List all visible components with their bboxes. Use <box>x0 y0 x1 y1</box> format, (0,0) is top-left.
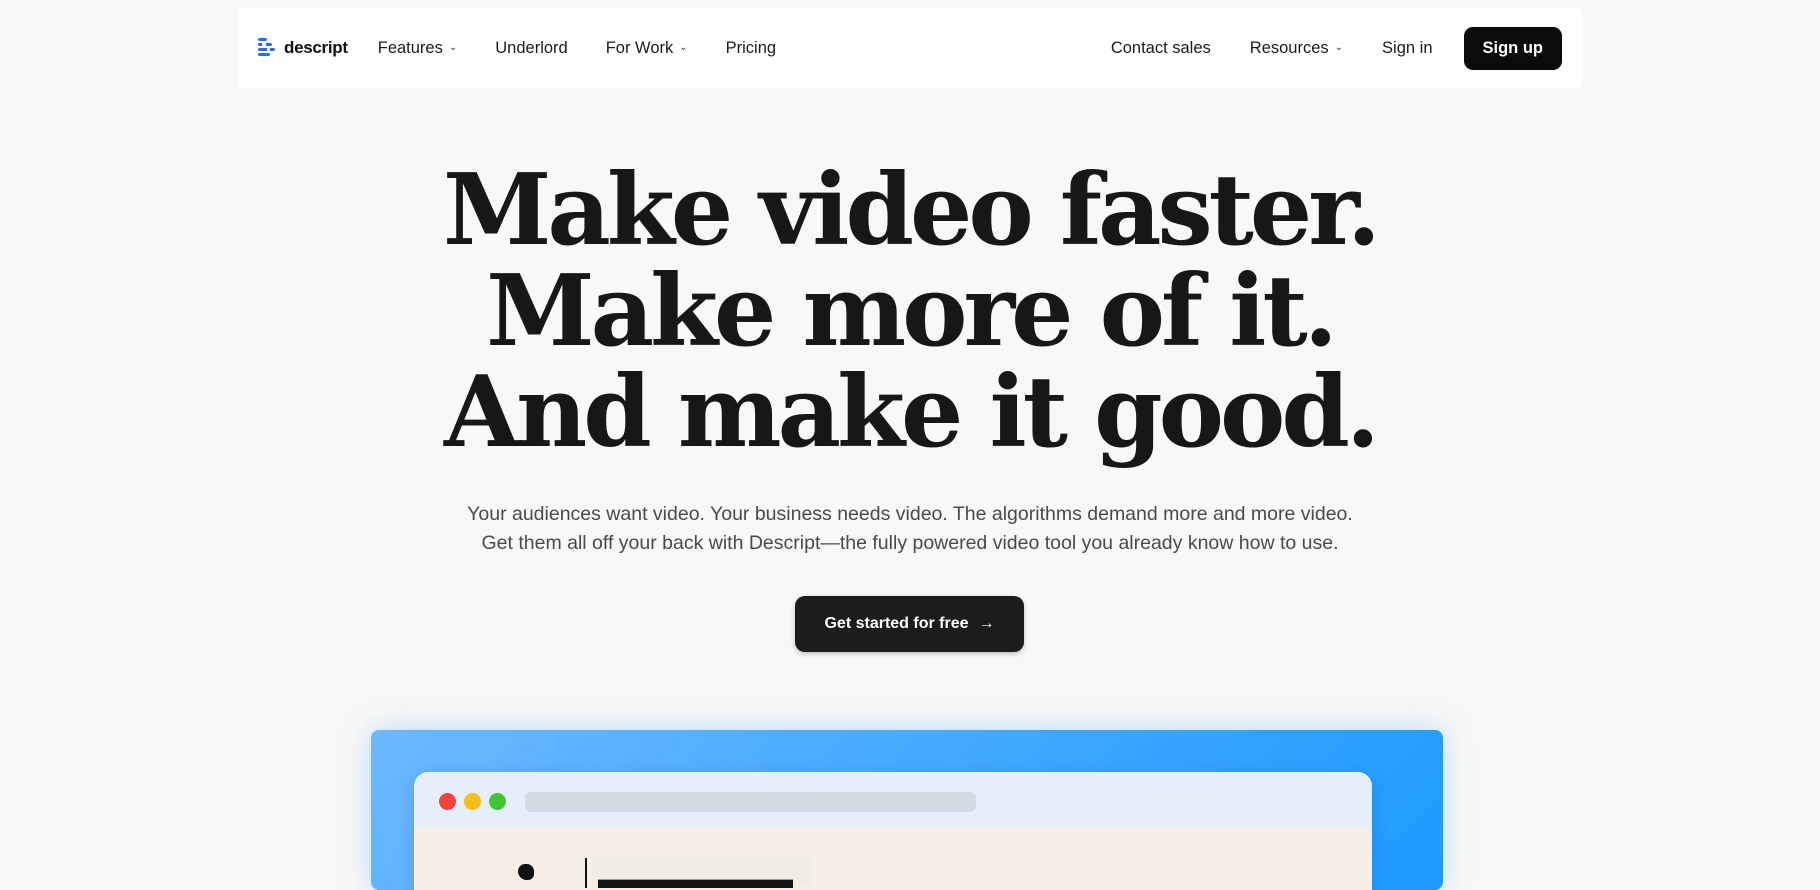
nav-item-label: Pricing <box>725 38 777 57</box>
sign-up-button[interactable]: Sign up <box>1463 26 1562 70</box>
window-minimize-icon <box>464 793 481 810</box>
chevron-down-icon: ⌄ <box>448 41 458 53</box>
document-title-fragment <box>592 856 812 886</box>
hero-subtitle: Your audiences want video. Your business… <box>0 500 1820 558</box>
window-close-icon <box>439 793 456 810</box>
nav-item-for-work[interactable]: For Work ⌄ <box>606 39 688 58</box>
app-content-area <box>414 828 1372 890</box>
hero-subtitle-line: Get them all off your back with Descript… <box>481 532 1339 554</box>
get-started-button[interactable]: Get started for free → <box>795 596 1024 652</box>
nav-secondary-links: Contact sales Resources ⌄ Sign in Sign u… <box>1111 26 1562 70</box>
chevron-down-icon: ⌄ <box>1334 41 1344 53</box>
hero-title-line: Make more of it. <box>486 254 1338 369</box>
nav-item-label: Underlord <box>495 38 568 57</box>
hero-subtitle-line: Your audiences want video. Your business… <box>467 503 1353 525</box>
nav-item-pricing[interactable]: Pricing <box>726 39 776 58</box>
product-showcase <box>371 730 1443 890</box>
nav-item-label: Resources <box>1249 38 1329 57</box>
hero-title-line: And make it good. <box>443 355 1380 470</box>
text-cursor-icon <box>585 858 587 888</box>
sign-in-link[interactable]: Sign in <box>1382 39 1432 58</box>
nav-item-label: Sign in <box>1382 38 1433 57</box>
window-titlebar <box>414 772 1372 828</box>
nav-item-contact-sales[interactable]: Contact sales <box>1111 39 1211 58</box>
chevron-down-icon: ⌄ <box>679 41 688 53</box>
nav-primary-links: Features ⌄ Underlord For Work ⌄ Pricing <box>378 39 814 58</box>
arrow-right-icon: → <box>978 615 995 632</box>
nav-item-label: Contact sales <box>1110 38 1211 57</box>
cta-label: Get started for free <box>824 615 969 632</box>
address-bar-placeholder <box>525 792 976 812</box>
descript-logo-icon <box>258 37 278 59</box>
window-maximize-icon <box>489 793 506 810</box>
nav-item-label: For Work <box>605 38 674 57</box>
hero-title: Make video faster. Make more of it. And … <box>0 160 1820 463</box>
descript-logo[interactable]: descript <box>258 37 348 59</box>
nav-item-label: Features <box>377 38 443 57</box>
nav-item-resources[interactable]: Resources ⌄ <box>1250 39 1343 58</box>
logo-text: descript <box>284 38 348 57</box>
app-logo-mark-icon <box>518 864 534 880</box>
hero-title-line: Make video faster. <box>442 153 1381 268</box>
nav-item-features[interactable]: Features ⌄ <box>378 39 458 58</box>
app-window-preview <box>414 772 1372 890</box>
nav-item-underlord[interactable]: Underlord <box>495 39 567 58</box>
top-navigation: descript Features ⌄ Underlord For Work ⌄… <box>238 8 1582 88</box>
